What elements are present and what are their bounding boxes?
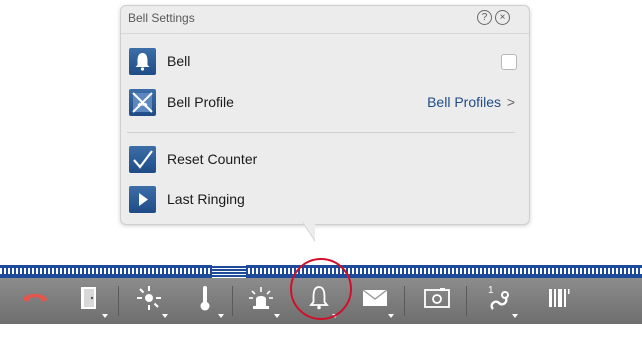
title-divider <box>121 33 529 34</box>
camera-icon <box>423 287 451 315</box>
bell-profiles-link[interactable]: Bell Profiles <box>427 94 501 110</box>
connection-button[interactable]: 1 <box>474 278 524 324</box>
alarm-icon <box>247 284 275 318</box>
mail-button[interactable] <box>350 278 400 324</box>
toolbar-divider <box>232 286 233 316</box>
camera-button[interactable] <box>412 278 462 324</box>
light-button[interactable] <box>124 278 174 324</box>
thermometer-button[interactable] <box>180 278 230 324</box>
chevron-right-icon: > <box>506 94 515 110</box>
hangup-button[interactable] <box>10 278 60 324</box>
bell-label: Bell <box>167 53 191 69</box>
last-ringing-row[interactable]: Last Ringing <box>127 183 521 215</box>
play-icon <box>129 186 156 213</box>
section-divider <box>127 132 515 133</box>
highlight-circle <box>290 258 352 320</box>
dropdown-indicator[interactable] <box>274 314 280 318</box>
dropdown-indicator[interactable] <box>162 314 168 318</box>
door-button[interactable] <box>64 278 114 324</box>
svg-text:1: 1 <box>488 285 494 296</box>
toolbar-divider <box>118 286 119 316</box>
thermometer-icon <box>197 284 213 318</box>
mail-icon <box>361 288 389 314</box>
bell-profile-row[interactable]: Bell Profile Bell Profiles > <box>127 86 521 118</box>
bell-settings-popover: Bell Settings ? × Bell Bell Profile Bell… <box>120 5 530 225</box>
reset-counter-label: Reset Counter <box>167 151 258 167</box>
light-icon <box>135 284 163 318</box>
dropdown-indicator[interactable] <box>102 314 108 318</box>
connection-icon: 1 <box>485 283 513 319</box>
bell-row[interactable]: Bell <box>127 45 521 77</box>
barcode-button[interactable] <box>534 278 584 324</box>
stripe-drag-handle[interactable] <box>212 265 246 278</box>
dropdown-indicator[interactable] <box>218 314 224 318</box>
alarm-button[interactable] <box>236 278 286 324</box>
toolbar-divider <box>404 286 405 316</box>
popover-title: Bell Settings <box>128 11 195 25</box>
popover-pointer <box>303 222 315 240</box>
last-ringing-label: Last Ringing <box>167 191 245 207</box>
door-icon <box>78 285 100 317</box>
bell-checkbox[interactable] <box>501 54 517 70</box>
hangup-icon <box>20 288 50 314</box>
barcode-icon <box>545 285 573 317</box>
toolbar-divider <box>466 286 467 316</box>
help-icon[interactable]: ? <box>477 10 492 25</box>
bell-profile-icon <box>129 89 156 116</box>
dropdown-indicator[interactable] <box>512 314 518 318</box>
dropdown-indicator[interactable] <box>388 314 394 318</box>
close-icon[interactable]: × <box>495 10 510 25</box>
reset-counter-row[interactable]: Reset Counter <box>127 143 521 175</box>
checkmark-icon <box>129 146 156 173</box>
bell-profile-label: Bell Profile <box>167 94 234 110</box>
bell-icon <box>129 48 156 75</box>
